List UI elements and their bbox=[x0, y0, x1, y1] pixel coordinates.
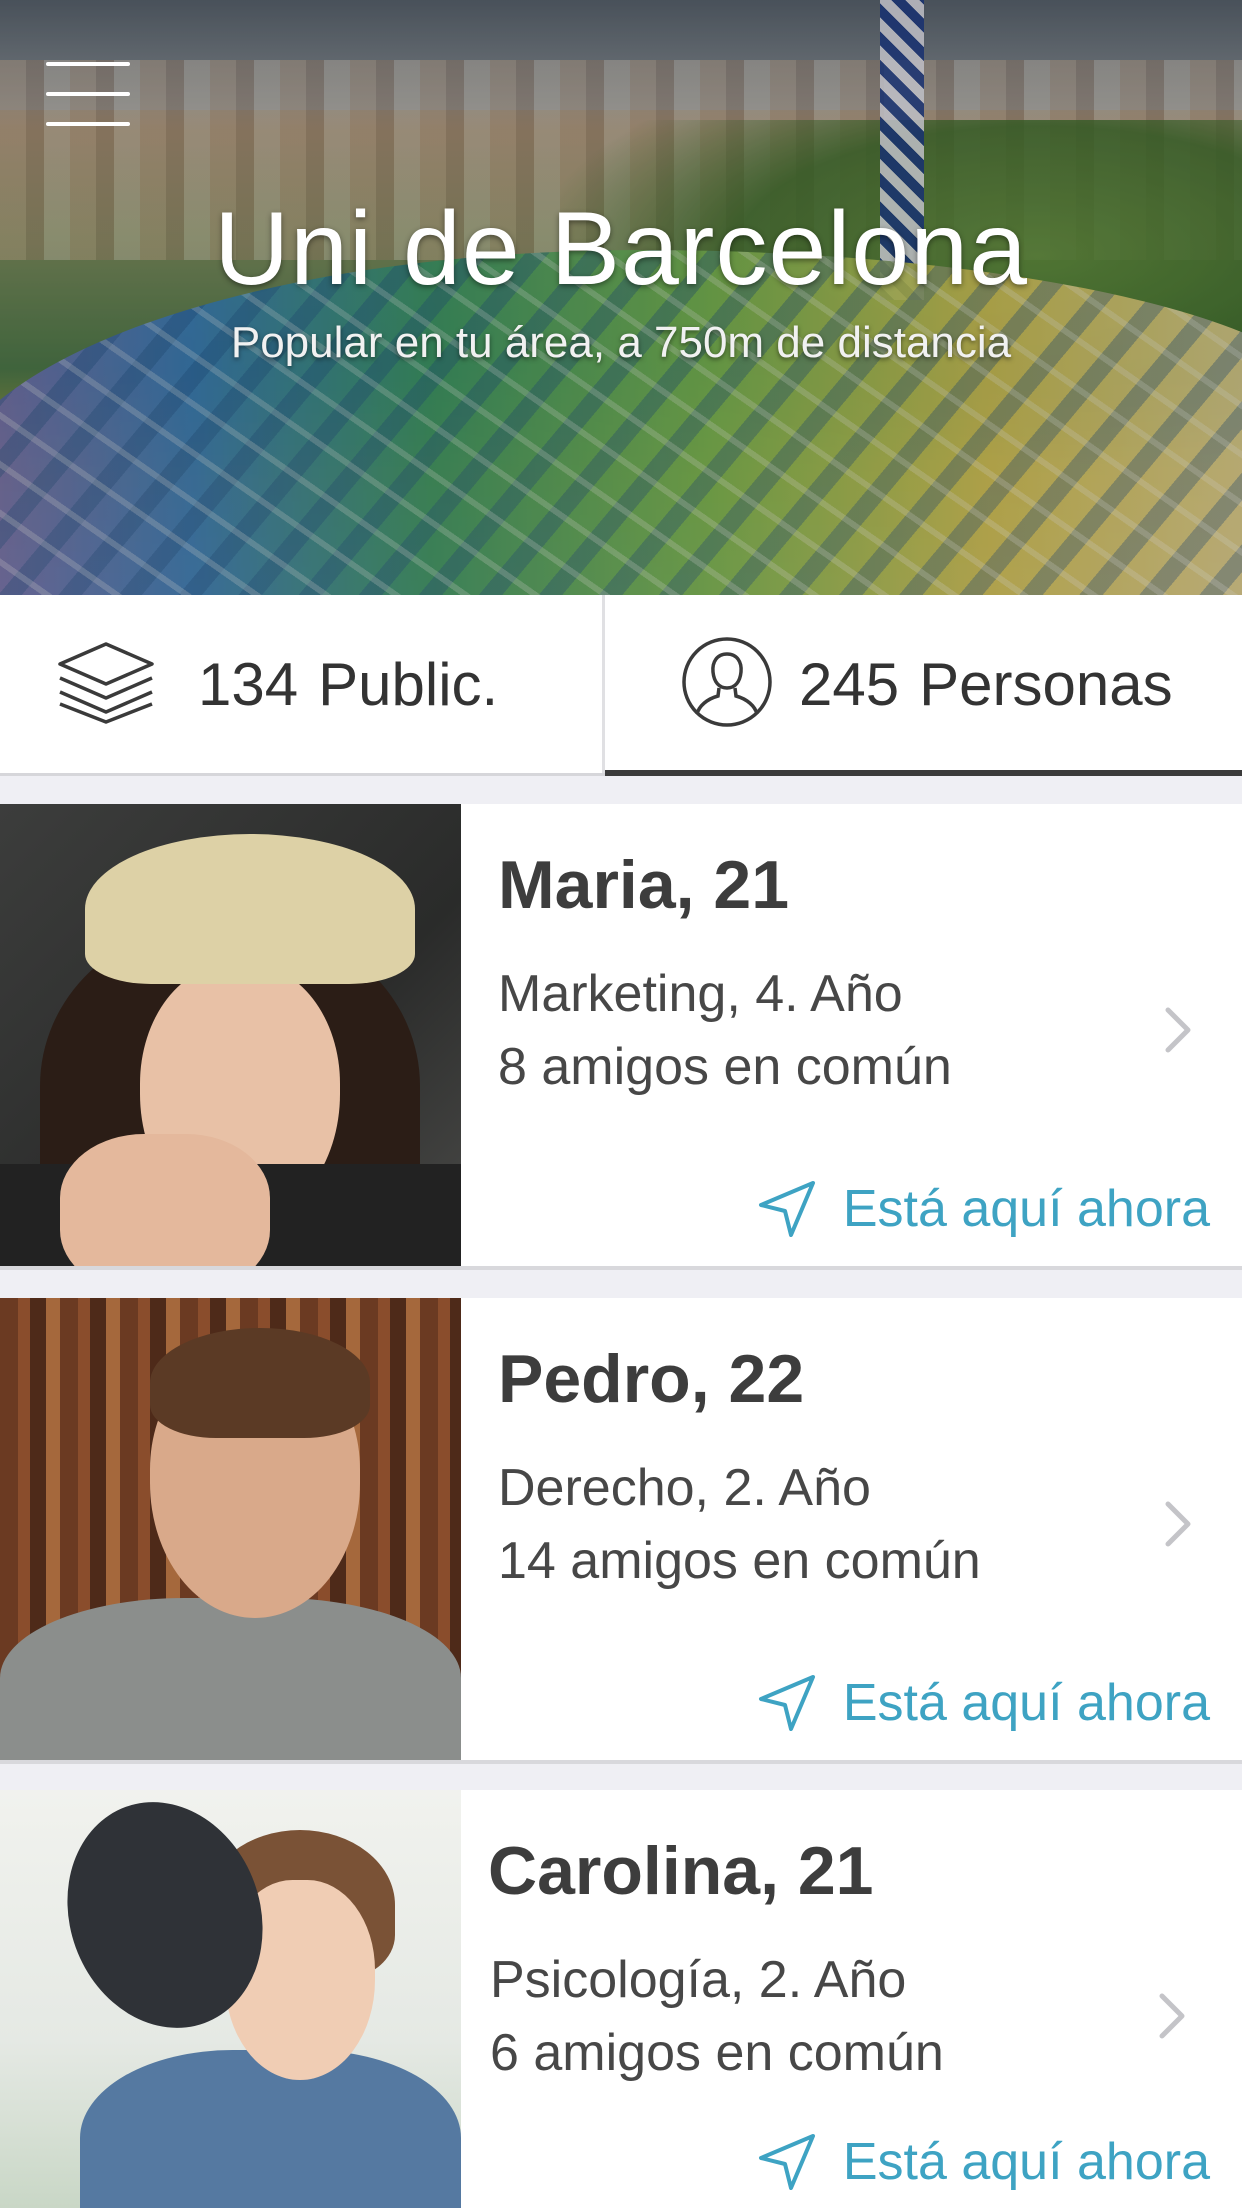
person-mutual-friends: 6 amigos en común bbox=[490, 2024, 944, 2082]
person-name: Pedro, 22 bbox=[498, 1341, 805, 1417]
avatar bbox=[0, 1298, 461, 1760]
location-arrow-icon bbox=[758, 1675, 815, 1731]
hero-header: Uni de Barcelona Popular en tu área, a 7… bbox=[0, 0, 1242, 595]
location-status-text: Está aquí ahora bbox=[842, 2133, 1210, 2191]
person-card[interactable]: Maria, 21 Marketing, 4. Año 8 amigos en … bbox=[0, 804, 1242, 1270]
location-status: Está aquí ahora bbox=[757, 1673, 1210, 1733]
location-status: Está aquí ahora bbox=[757, 2132, 1210, 2192]
layers-icon bbox=[56, 640, 156, 729]
avatar bbox=[0, 804, 461, 1266]
person-card[interactable]: Carolina, 21 Psicología, 2. Año 6 amigos… bbox=[0, 1790, 1242, 2208]
chevron-right-icon bbox=[1165, 1007, 1191, 1053]
page-title: Uni de Barcelona bbox=[214, 191, 1028, 307]
avatar bbox=[0, 1790, 461, 2208]
tab-publicaciones[interactable]: 134 Public. bbox=[0, 595, 605, 773]
location-status-text: Está aquí ahora bbox=[842, 1674, 1210, 1732]
person-study: Psicología, 2. Año bbox=[490, 1951, 907, 2009]
location-status-text: Está aquí ahora bbox=[842, 1180, 1210, 1238]
tab-count: 245 bbox=[799, 650, 900, 718]
person-study: Derecho, 2. Año bbox=[498, 1459, 871, 1517]
person-icon bbox=[681, 636, 773, 733]
person-card[interactable]: Pedro, 22 Derecho, 2. Año 14 amigos en c… bbox=[0, 1298, 1242, 1764]
hamburger-menu-icon[interactable] bbox=[46, 62, 130, 130]
location-arrow-icon bbox=[758, 2134, 815, 2190]
chevron-right-icon bbox=[1165, 1501, 1191, 1547]
tab-label: Public. bbox=[318, 650, 499, 718]
person-study: Marketing, 4. Año bbox=[498, 965, 903, 1023]
person-name: Carolina, 21 bbox=[488, 1833, 874, 1909]
person-mutual-friends: 14 amigos en común bbox=[498, 1532, 981, 1590]
page-subtitle: Popular en tu área, a 750m de distancia bbox=[230, 318, 1012, 367]
tab-personas[interactable]: 245 Personas bbox=[605, 595, 1242, 776]
tab-count: 134 bbox=[198, 650, 299, 718]
person-mutual-friends: 8 amigos en común bbox=[498, 1038, 952, 1096]
person-name: Maria, 21 bbox=[498, 847, 790, 923]
active-tab-indicator bbox=[605, 770, 1242, 776]
segment-tabs: 134 Public. 245 Personas bbox=[0, 595, 1242, 776]
tab-label: Personas bbox=[919, 650, 1173, 718]
location-status: Está aquí ahora bbox=[757, 1179, 1210, 1239]
chevron-right-icon bbox=[1159, 1993, 1185, 2039]
location-arrow-icon bbox=[758, 1181, 815, 1237]
